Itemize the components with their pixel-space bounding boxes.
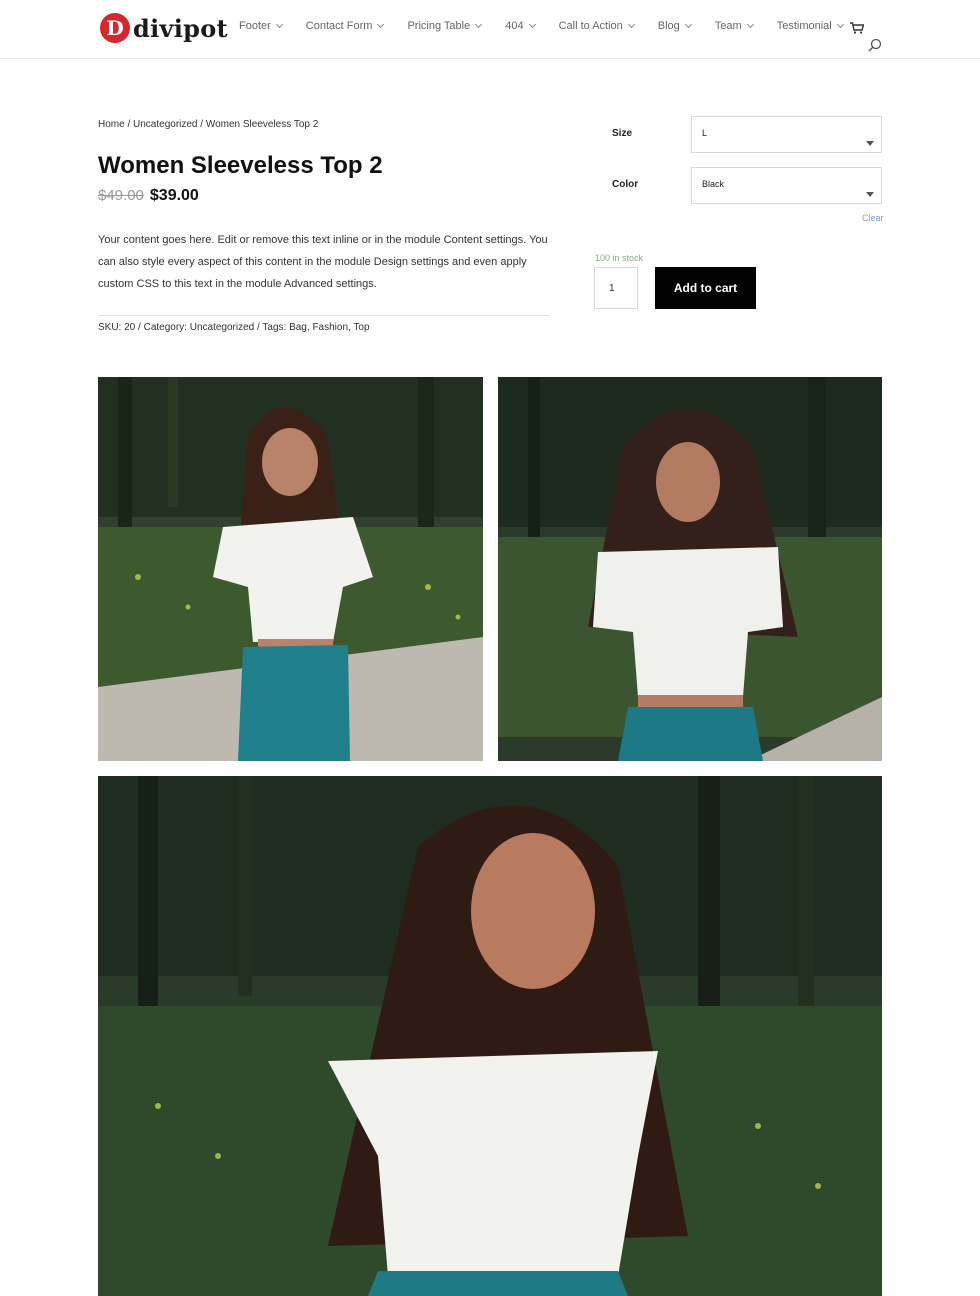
nav-item-call-to-action[interactable]: Call to Action [558,20,635,32]
divider [98,315,550,316]
chevron-down-icon [377,20,385,29]
cart-icon[interactable] [850,22,864,34]
tags-label: Tags: [262,322,287,333]
color-selected-value: Black [702,179,725,189]
search-icon[interactable] [868,38,882,52]
chevron-down-icon [475,20,483,29]
nav-item-team[interactable]: Team [714,20,754,32]
category-label: Category: [143,322,187,333]
tag-link[interactable]: Bag [289,322,307,333]
product-meta: SKU: 20 / Category: Uncategorized / Tags… [98,322,370,333]
size-select[interactable]: L [691,116,882,153]
nav-label: 404 [505,20,524,32]
logo-text: divipot [133,13,228,43]
sale-price: $39.00 [149,187,199,204]
category-link[interactable]: Uncategorized [190,322,254,333]
main-nav: Footer Contact Form Pricing Table 404 Ca… [239,20,867,32]
logo-mark: D [100,13,130,43]
site-header: D divipot Footer Contact Form Pricing Ta… [0,0,980,59]
product-photo-illustration [98,377,483,761]
size-selected-value: L [702,128,708,138]
chevron-down-icon [746,20,754,29]
quantity-input[interactable]: 1 [594,267,638,309]
tag-link[interactable]: Fashion [312,322,348,333]
size-label: Size [612,128,633,139]
site-logo[interactable]: D divipot [100,12,228,44]
nav-item-blog[interactable]: Blog [657,20,692,32]
breadcrumb[interactable]: Home / Uncategorized / Women Sleeveless … [98,119,318,130]
nav-item-testimonial[interactable]: Testimonial [776,20,844,32]
product-photo-illustration [98,776,882,1296]
nav-label: Footer [239,20,271,32]
nav-label: Pricing Table [407,20,471,32]
chevron-down-icon [528,20,536,29]
sku-label: SKU: [98,322,122,333]
nav-item-404[interactable]: 404 [505,20,536,32]
product-title: Women Sleeveless Top 2 [98,152,383,179]
clear-variations-link[interactable]: Clear [862,213,884,223]
chevron-down-icon [836,20,844,29]
nav-label: Testimonial [776,20,832,32]
nav-label: Team [714,20,742,32]
product-image-3[interactable] [98,776,882,1296]
product-image-1[interactable] [98,377,483,761]
dropdown-arrow-icon [866,192,874,197]
product-description: Your content goes here. Edit or remove t… [98,234,548,290]
color-label: Color [612,179,639,190]
product-photo-illustration [498,377,882,761]
nav-item-contact-form[interactable]: Contact Form [305,20,385,32]
nav-label: Call to Action [558,20,623,32]
chevron-down-icon [627,20,635,29]
sku-value: 20 [124,322,136,333]
nav-label: Contact Form [305,20,373,32]
tag-link[interactable]: Top [353,322,369,333]
old-price: $49.00 [98,187,144,204]
price-row: $49.00 $39.00 [98,187,199,205]
product-image-2[interactable] [498,377,882,761]
nav-item-footer[interactable]: Footer [239,20,283,32]
nav-label: Blog [657,20,680,32]
chevron-down-icon [684,20,692,29]
chevron-down-icon [275,20,283,29]
color-select[interactable]: Black [691,167,882,204]
nav-item-pricing-table[interactable]: Pricing Table [407,20,483,32]
dropdown-arrow-icon [866,141,874,146]
stock-status: 100 in stock [595,253,644,263]
add-to-cart-button[interactable]: Add to cart [655,267,756,309]
